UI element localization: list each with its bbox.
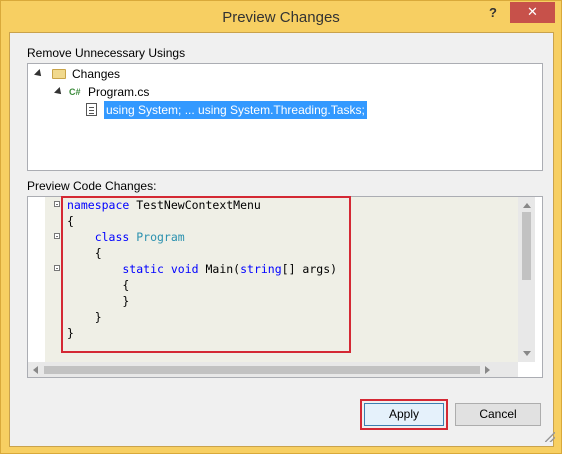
changes-tree[interactable]: Changes C# Program.cs using System; ... … xyxy=(27,63,543,171)
changes-section-label: Remove Unnecessary Usings xyxy=(27,46,186,60)
tree-item-label: Changes xyxy=(72,67,121,81)
cancel-button[interactable]: Cancel xyxy=(455,403,541,426)
scroll-down-icon[interactable] xyxy=(523,351,531,356)
resize-grip-icon[interactable] xyxy=(545,432,555,442)
horizontal-scrollbar[interactable] xyxy=(28,362,518,377)
scroll-left-icon[interactable] xyxy=(33,366,38,374)
scroll-up-icon[interactable] xyxy=(523,203,531,208)
scroll-thumb[interactable] xyxy=(522,212,531,280)
tree-item-using-change[interactable]: using System; ... using System.Threading… xyxy=(86,101,386,119)
apply-highlight-annotation xyxy=(360,399,448,430)
dialog-title: Preview Changes xyxy=(222,9,340,26)
tree-item-changes[interactable]: Changes xyxy=(32,65,232,83)
scroll-thumb[interactable] xyxy=(44,366,480,374)
collapse-icon[interactable] xyxy=(54,233,60,239)
expand-arrow-icon[interactable] xyxy=(34,69,44,79)
help-button[interactable]: ? xyxy=(479,3,507,25)
using-directive-icon xyxy=(86,103,97,116)
csharp-file-icon: C# xyxy=(69,87,81,97)
folder-icon xyxy=(52,69,66,79)
close-button[interactable]: ✕ xyxy=(510,2,555,23)
expand-arrow-icon[interactable] xyxy=(54,87,64,97)
code-highlight-annotation xyxy=(61,196,351,353)
vertical-scrollbar[interactable] xyxy=(518,197,535,362)
preview-changes-dialog: Preview Changes ? ✕ Remove Unnecessary U… xyxy=(0,0,562,454)
scroll-right-icon[interactable] xyxy=(485,366,490,374)
collapse-icon[interactable] xyxy=(54,265,60,271)
dialog-body: Remove Unnecessary Usings Changes C# Pro… xyxy=(9,32,555,447)
tree-item-program-cs[interactable]: C# Program.cs xyxy=(52,83,252,101)
tree-item-label: using System; ... using System.Threading… xyxy=(104,101,367,119)
tree-item-label: Program.cs xyxy=(88,85,150,99)
title-bar: Preview Changes ? ✕ xyxy=(1,1,561,33)
code-preview-label: Preview Code Changes: xyxy=(27,179,157,193)
collapse-icon[interactable] xyxy=(54,201,60,207)
